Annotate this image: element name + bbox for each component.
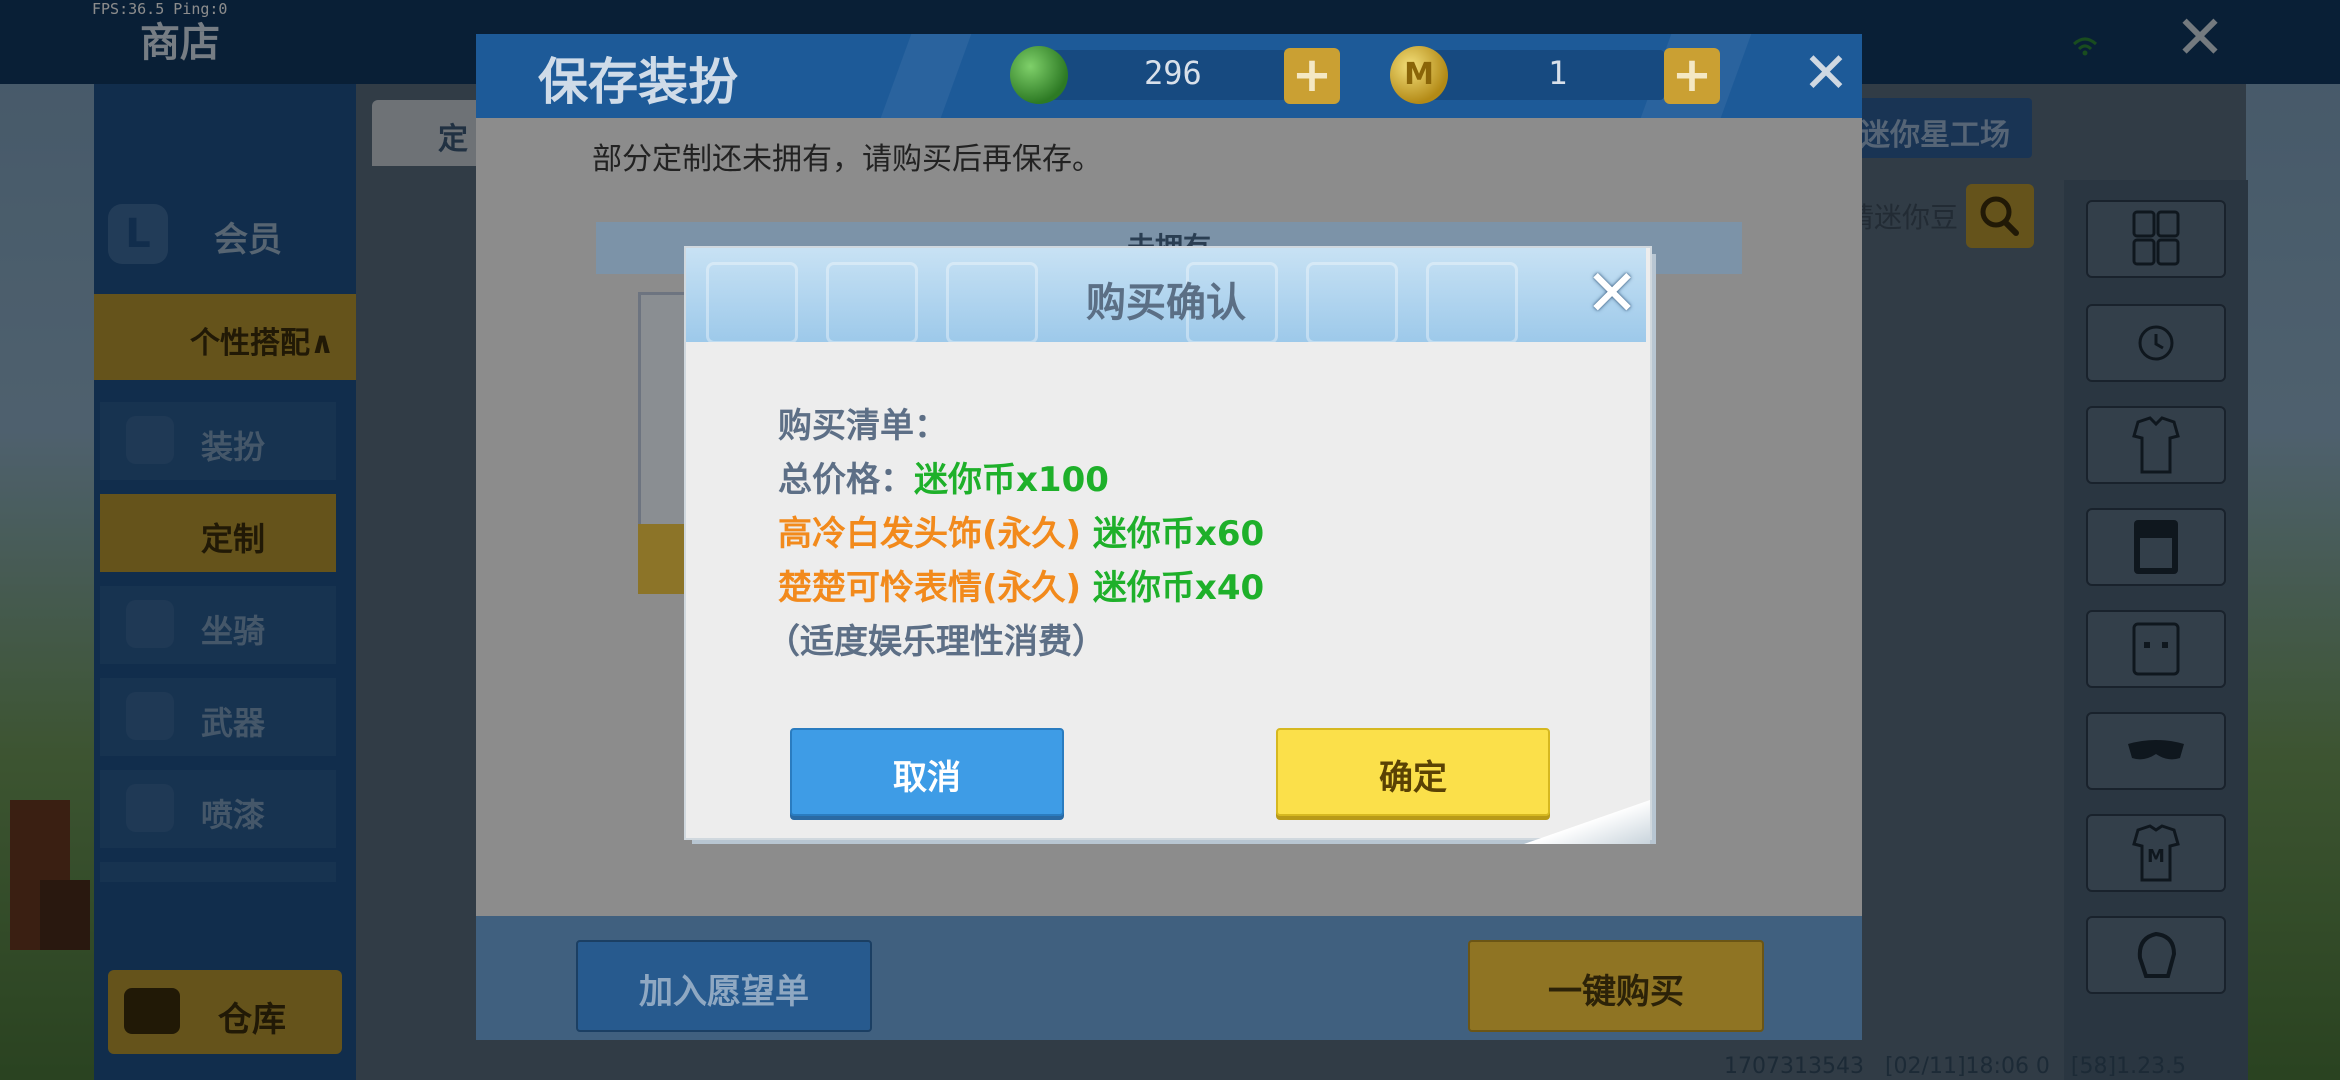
purchase-item-row: 楚楚可怜表情(永久) 迷你币x40 <box>778 560 1264 609</box>
item-name: 高冷白发头饰(永久) <box>778 514 1082 554</box>
total-price-value: 迷你币x100 <box>914 460 1109 500</box>
confirm-dialog-header: 购买确认 <box>686 248 1646 342</box>
item-price: 迷你币x40 <box>1092 568 1265 608</box>
add-to-wishlist-button[interactable]: 加入愿望单 <box>576 940 872 1032</box>
cancel-button-label: 取消 <box>893 758 961 798</box>
buy-coin-button[interactable]: + <box>1664 48 1720 104</box>
item-name: 楚楚可怜表情(永久) <box>778 568 1082 608</box>
item-price: 迷你币x60 <box>1092 514 1265 554</box>
total-price-row: 总价格：迷你币x100 <box>778 452 1109 501</box>
close-icon: ✕ <box>1585 257 1639 331</box>
purchase-list-label: 购买清单： <box>778 406 948 446</box>
buy-all-button-label: 一键购买 <box>1548 972 1684 1012</box>
plus-icon: + <box>1671 47 1713 103</box>
gem-count: 296 <box>1144 54 1202 92</box>
wishlist-button-label: 加入愿望单 <box>639 972 809 1012</box>
confirm-dialog-title: 购买确认 <box>1086 280 1246 326</box>
coin-count: 1 <box>1548 54 1568 92</box>
consumption-notice: （适度娱乐理性消费） <box>766 622 1106 662</box>
plus-icon: + <box>1291 47 1333 103</box>
buy-gem-button[interactable]: + <box>1284 48 1340 104</box>
build-status-line: 1707313543 [02/11]18:06 0 [58]1.23.5 <box>1724 1054 2186 1079</box>
save-dialog-footer: 加入愿望单 一键购买 <box>476 916 1862 1040</box>
save-dialog-message: 部分定制还未拥有，请购买后再保存。 <box>592 142 1102 177</box>
purchase-confirm-dialog: 购买确认 ✕ 购买清单： 总价格：迷你币x100 高冷白发头饰(永久) 迷你币x… <box>684 246 1656 844</box>
version: [58]1.23.5 <box>2070 1054 2187 1079</box>
buy-all-button[interactable]: 一键购买 <box>1468 940 1764 1032</box>
confirm-dialog-panel: 购买确认 ✕ 购买清单： 总价格：迷你币x100 高冷白发头饰(永久) 迷你币x… <box>684 246 1652 840</box>
cancel-button[interactable]: 取消 <box>790 728 1064 816</box>
coin-counter <box>1424 50 1664 100</box>
mini-bean-icon <box>1010 46 1068 104</box>
date-time: [02/11]18:06 0 <box>1884 1054 2050 1079</box>
user-id: 1707313543 <box>1724 1054 1864 1079</box>
save-dialog-title: 保存装扮 <box>538 53 738 111</box>
mini-coin-icon: M <box>1390 46 1448 104</box>
confirm-button[interactable]: 确定 <box>1276 728 1550 816</box>
total-price-label: 总价格： <box>778 460 914 500</box>
confirm-dialog-close-button[interactable]: ✕ <box>1584 262 1640 326</box>
save-dialog-close-button[interactable]: ✕ <box>1798 46 1854 102</box>
close-icon: ✕ <box>1802 41 1850 106</box>
confirm-button-label: 确定 <box>1379 758 1447 798</box>
purchase-item-row: 高冷白发头饰(永久) 迷你币x60 <box>778 506 1264 555</box>
